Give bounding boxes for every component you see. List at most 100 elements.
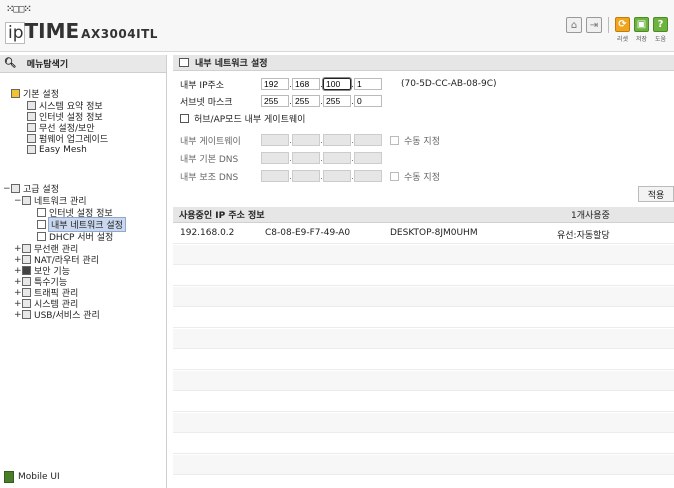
dns1-octet-1 xyxy=(261,152,289,164)
dns1-row: 내부 기본 DNS . . . xyxy=(180,151,382,165)
expand-icon: + xyxy=(14,276,22,287)
menu-explorer-title: 메뉴탐색기 xyxy=(26,60,69,70)
logo-ip: ip xyxy=(5,22,25,44)
tree-usb-service[interactable]: + USB/서비스 관리 xyxy=(14,309,100,322)
upgrade-icon xyxy=(27,134,36,143)
tree-basic-settings[interactable]: 기본 설정 xyxy=(11,88,59,100)
reset-icon: ⟳ xyxy=(615,17,630,32)
tree-item-internet-setup[interactable]: 인터넷 설정 정보 xyxy=(37,207,113,219)
table-row-empty xyxy=(173,245,674,265)
dns1-octet-2 xyxy=(292,152,320,164)
folder-special-icon xyxy=(22,277,31,286)
menu-explorer: 🔍︎ 메뉴탐색기 기본 설정 시스템 요약 정보 인터넷 설정 정보 무선 설정… xyxy=(0,55,167,488)
gateway-label: 내부 게이트웨이 xyxy=(180,136,241,147)
ip-usage-title: 사용중인 IP 주소 정보 xyxy=(179,211,265,221)
ip-usage-table-header: 사용중인 IP 주소 정보 1개사용중 xyxy=(173,207,674,223)
mask-octet-2[interactable] xyxy=(292,95,320,107)
collapse-icon: − xyxy=(3,183,11,194)
gateway-manual-label: 수동 지정 xyxy=(404,136,440,147)
dns2-octet-2 xyxy=(292,170,320,182)
dns2-label: 내부 보조 DNS xyxy=(180,172,239,183)
gateway-octet-2 xyxy=(292,134,320,146)
gateway-octet-4 xyxy=(354,134,382,146)
tree-item-firmware[interactable]: 펌웨어 업그레이드 xyxy=(27,133,108,145)
help-label: 도움 xyxy=(654,36,667,43)
table-row-empty xyxy=(173,329,674,349)
dns1-octet-3 xyxy=(323,152,351,164)
system-chart-icon xyxy=(22,299,31,308)
mobile-ui-link[interactable]: Mobile UI xyxy=(4,471,60,483)
expand-icon: + xyxy=(14,287,22,298)
ip-octet-3[interactable] xyxy=(322,77,352,91)
ip-input-group: . . . xyxy=(261,77,382,91)
save-icon: ▣ xyxy=(634,17,649,32)
hub-ap-checkbox[interactable] xyxy=(180,113,189,123)
ip-octet-1[interactable] xyxy=(261,78,289,90)
tree-advanced-settings[interactable]: − 고급 설정 xyxy=(3,183,59,196)
traffic-chart-icon xyxy=(22,288,31,297)
gateway-octet-3 xyxy=(323,134,351,146)
gateway-row: 내부 게이트웨이 . . . 수동 지정 xyxy=(180,133,440,147)
ip-octet-4[interactable] xyxy=(354,78,382,90)
magnifier-icon: 🔍︎ xyxy=(4,58,17,69)
mask-octet-1[interactable] xyxy=(261,95,289,107)
mask-octet-3[interactable] xyxy=(323,95,351,107)
mobile-icon xyxy=(4,471,14,483)
network-icon xyxy=(27,112,36,121)
apply-button[interactable]: 적용 xyxy=(638,186,674,202)
hub-ap-label: 허브/AP모드 내부 게이트웨이 xyxy=(194,114,306,125)
tree-item-label: USB/서비스 관리 xyxy=(34,311,100,321)
page-icon xyxy=(37,208,46,217)
help-icon: ? xyxy=(653,17,668,32)
logo-time: TIME xyxy=(24,19,80,43)
dns-manual-label: 수동 지정 xyxy=(404,172,440,183)
subnet-input-group: . . . xyxy=(261,95,382,107)
dns2-octet-4 xyxy=(354,170,382,182)
subnet-row: 서브넷 마스크 . . . xyxy=(180,94,382,108)
brand-logo: ipTIME AX3004ITL xyxy=(5,19,158,44)
row-connection-type: 유선:자동할당 xyxy=(557,231,610,241)
ip-usage-count: 1개사용중 xyxy=(571,211,610,221)
mac-address: (70-5D-CC-AB-08-9C) xyxy=(401,79,497,89)
table-row[interactable]: 192.168.0.2 C8-08-E9-F7-49-A0 DESKTOP-8J… xyxy=(173,224,674,244)
gateway-input-group: . . . xyxy=(261,134,382,146)
gateway-manual-checkbox xyxy=(390,135,399,145)
tree-item-label: Easy Mesh xyxy=(39,144,87,155)
mask-octet-4[interactable] xyxy=(354,95,382,107)
wireless-icon xyxy=(27,123,36,132)
reset-button[interactable]: ⟳ 리셋 xyxy=(615,17,630,43)
mobile-ui-label: Mobile UI xyxy=(18,472,60,482)
dns-manual-checkbox xyxy=(390,171,399,181)
table-row-empty xyxy=(173,392,674,412)
row-mac: C8-08-E9-F7-49-A0 xyxy=(265,228,351,238)
logout-icon[interactable]: ⇥ xyxy=(586,17,602,33)
lock-icon xyxy=(22,266,31,275)
dns1-label: 내부 기본 DNS xyxy=(180,154,239,165)
collapse-icon: − xyxy=(14,195,22,206)
chart-icon xyxy=(27,101,36,110)
ip-octet-2[interactable] xyxy=(292,78,320,90)
row-ip: 192.168.0.2 xyxy=(180,228,235,238)
help-button[interactable]: ? 도움 xyxy=(653,17,668,43)
reset-label: 리셋 xyxy=(616,36,629,43)
expand-icon: + xyxy=(14,265,22,276)
page-icon xyxy=(37,232,46,241)
folder-wireless-icon xyxy=(22,244,31,253)
menu-explorer-header: 🔍︎ 메뉴탐색기 xyxy=(0,55,166,73)
page-icon xyxy=(37,220,46,229)
subnet-label: 서브넷 마스크 xyxy=(180,97,233,108)
dns2-row: 내부 보조 DNS . . . 수동 지정 xyxy=(180,169,440,183)
table-row-empty xyxy=(173,350,674,370)
hub-ap-row: 허브/AP모드 내부 게이트웨이 xyxy=(180,111,305,125)
dns1-input-group: . . . xyxy=(261,152,382,164)
home-icon[interactable]: ⌂ xyxy=(566,17,582,33)
row-hostname: DESKTOP-8JM0UHM xyxy=(390,228,478,238)
brand-dots: ⁙□□⁙ xyxy=(6,4,32,15)
tree-item-dhcp[interactable]: DHCP 서버 설정 xyxy=(37,231,113,243)
tree-item-easy-mesh[interactable]: Easy Mesh xyxy=(27,144,87,155)
expand-icon: + xyxy=(14,243,22,254)
tree-item-internal-network[interactable]: 내부 네트워크 설정 xyxy=(37,217,126,232)
save-button[interactable]: ▣ 저장 xyxy=(634,17,649,43)
tree-network-management[interactable]: − 네트워크 관리 xyxy=(14,195,87,208)
folder-gear-icon xyxy=(11,184,20,193)
